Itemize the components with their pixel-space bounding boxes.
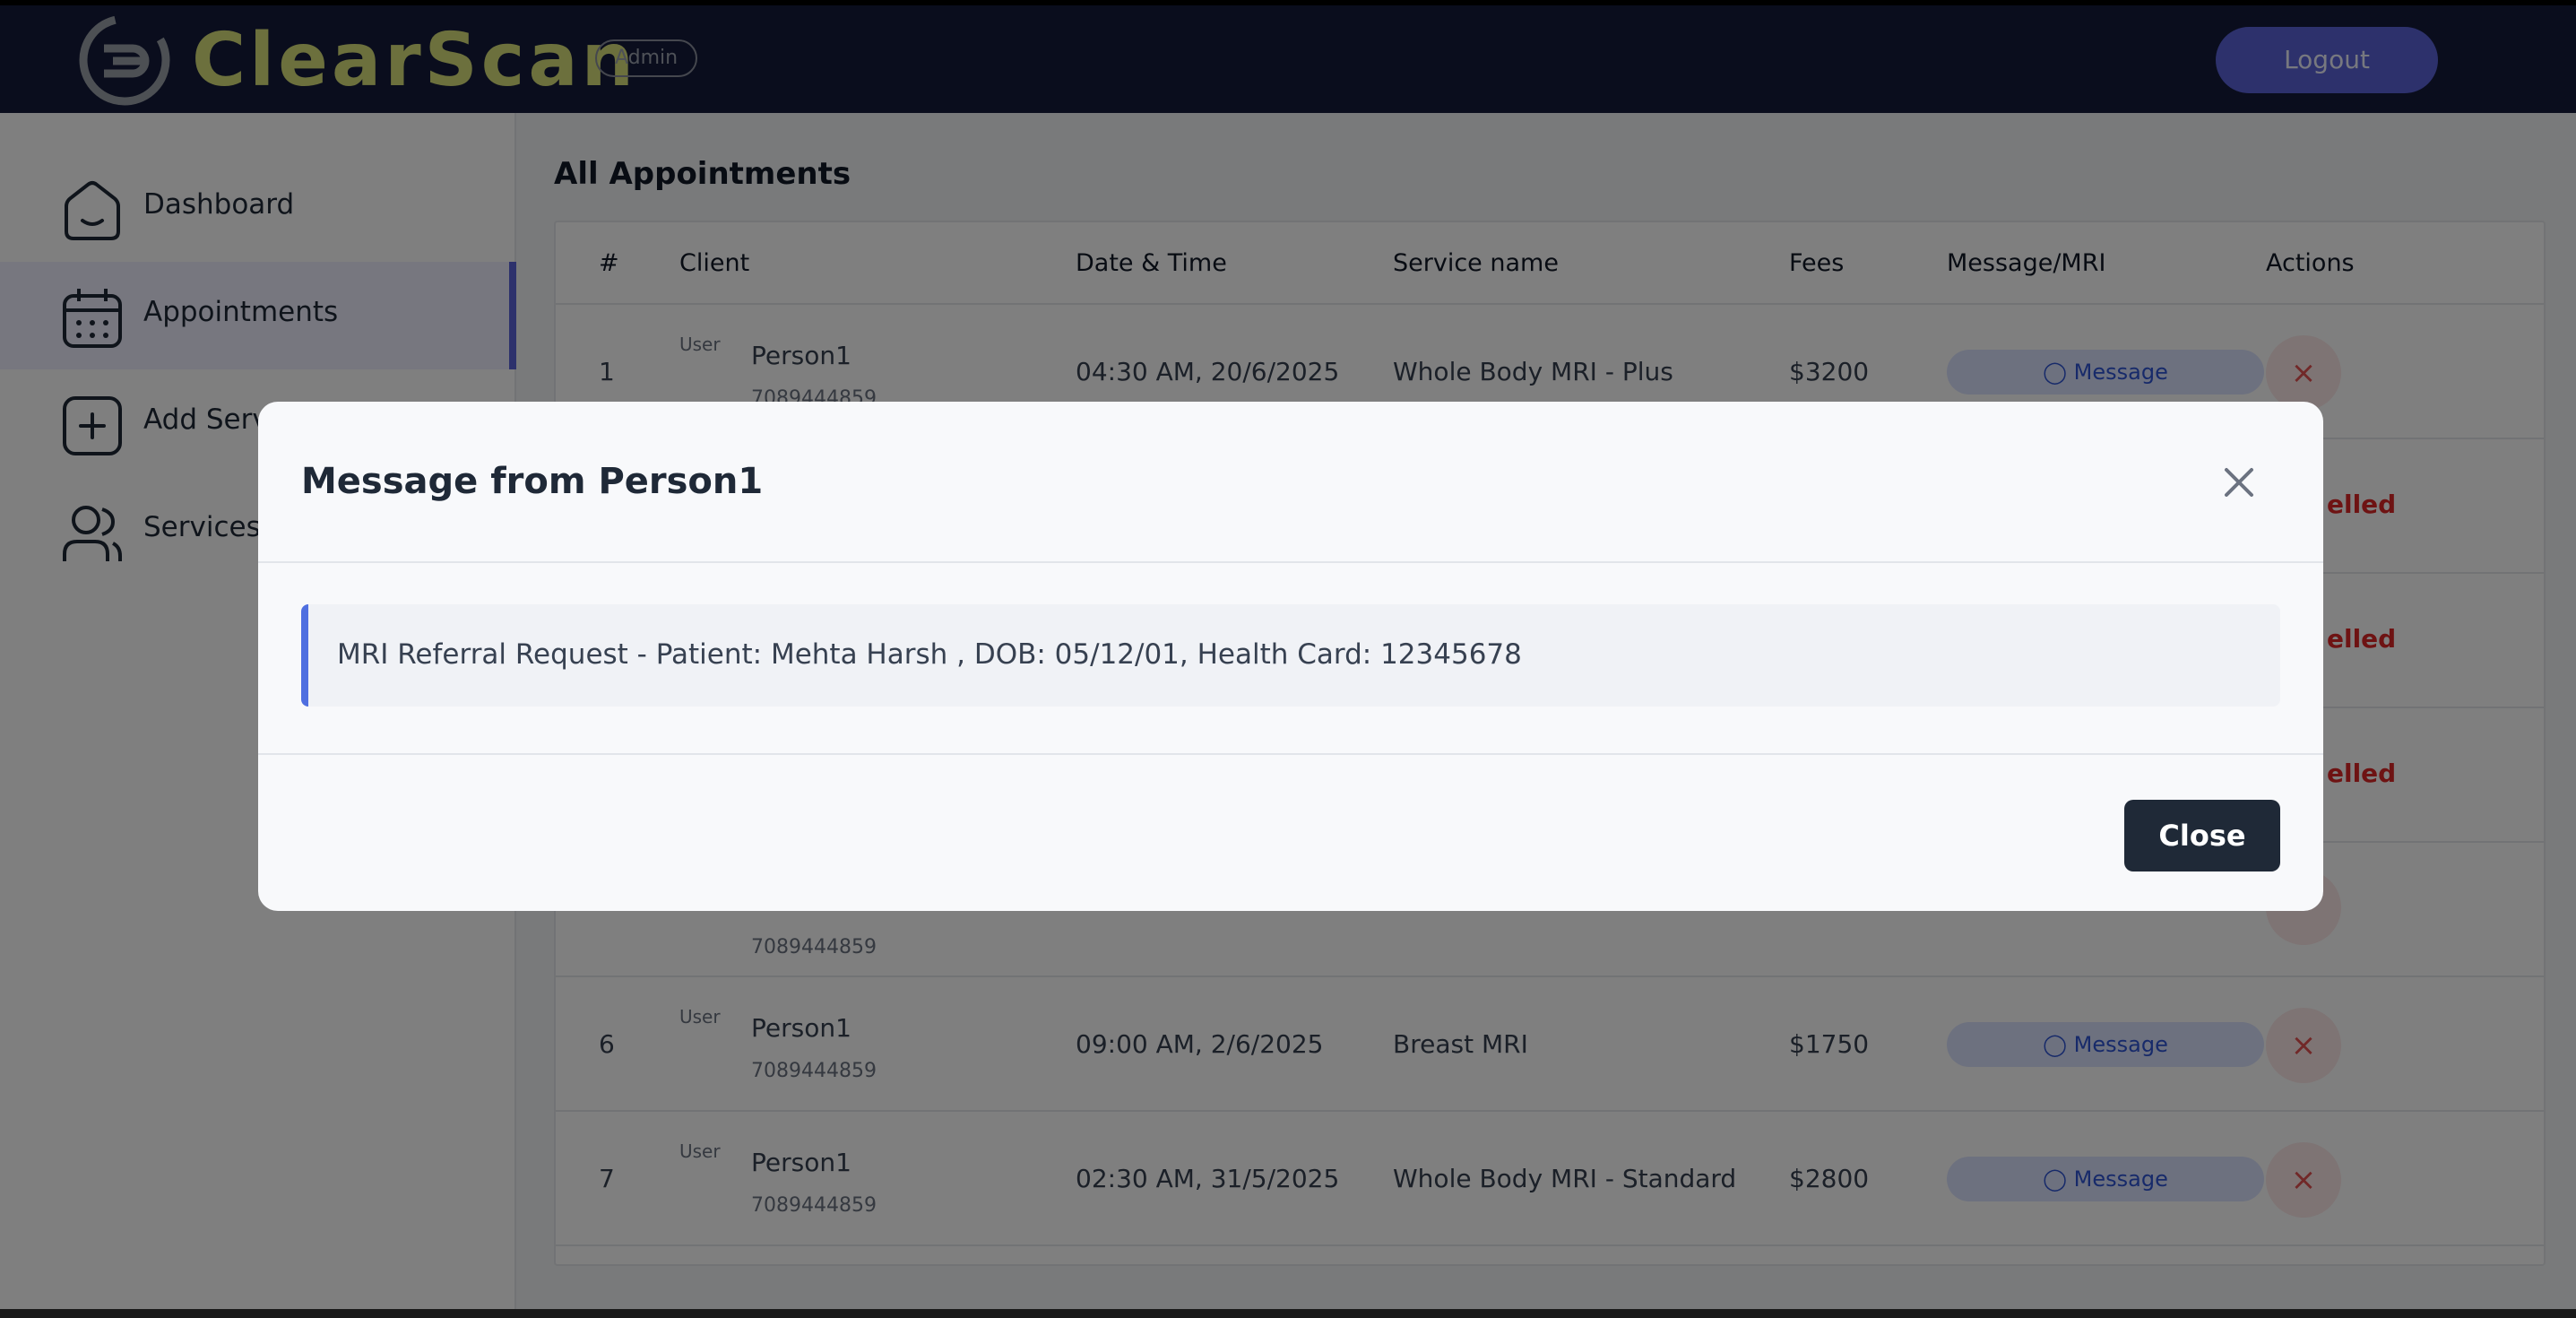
message-modal: Message from Person1 MRI Referral Reques…	[258, 402, 2323, 911]
bottom-edge	[0, 1309, 2576, 1318]
close-icon[interactable]	[2217, 461, 2260, 504]
modal-divider	[258, 753, 2323, 755]
app-window: ClearScan Admin Logout Dashboard Appoint…	[0, 5, 2576, 1309]
close-button[interactable]: Close	[2124, 800, 2280, 871]
message-box: MRI Referral Request - Patient: Mehta Ha…	[301, 604, 2280, 707]
modal-title: Message from Person1	[301, 461, 764, 502]
message-text: MRI Referral Request - Patient: Mehta Ha…	[337, 638, 1522, 671]
modal-header: Message from Person1	[258, 402, 2323, 563]
